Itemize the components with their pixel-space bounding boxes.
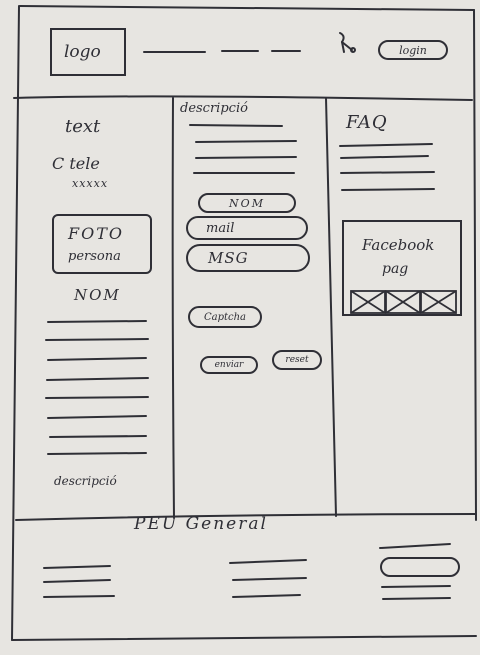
login-button[interactable]: login (378, 40, 448, 60)
facebook-label-line1: Facebook (362, 236, 435, 254)
logo-box[interactable]: logo (50, 28, 126, 76)
facebook-label-line2: pag (382, 261, 409, 277)
facebook-widget[interactable]: Facebook pag (342, 220, 462, 316)
left-footer-description: descripció (54, 474, 117, 488)
photo-label-line1: FOTO (68, 224, 125, 243)
logo-text: logo (64, 42, 101, 62)
frame-left-line (11, 5, 20, 641)
photo-placeholder: FOTO persona (52, 214, 152, 274)
frame-top-line (19, 5, 475, 11)
facebook-friend-thumbnails (350, 290, 457, 314)
mail-input[interactable]: mail (186, 216, 308, 240)
frame-right-line (473, 9, 477, 521)
frame-bottom-line (11, 635, 477, 641)
column-divider-left (171, 97, 175, 519)
photo-label-line2: persona (68, 249, 121, 264)
reset-button[interactable]: reset (272, 350, 322, 370)
captcha-field[interactable]: Captcha (188, 306, 262, 328)
telephone-value: xxxxx (72, 177, 109, 190)
footer-button[interactable] (380, 557, 460, 577)
header-divider (13, 95, 473, 101)
message-input[interactable]: MSG (186, 244, 310, 272)
name-label: NOM (74, 286, 121, 304)
column-divider-right (325, 97, 337, 517)
send-button[interactable]: enviar (200, 356, 258, 374)
name-input[interactable]: NOM (198, 193, 296, 213)
contact-description-title: descripció (180, 101, 248, 116)
share-icon[interactable] (334, 30, 362, 56)
faq-title: FAQ (346, 112, 388, 133)
telephone-label: C tele (52, 154, 100, 173)
footer-title: PEU General (134, 514, 268, 534)
text-label: text (65, 116, 101, 137)
